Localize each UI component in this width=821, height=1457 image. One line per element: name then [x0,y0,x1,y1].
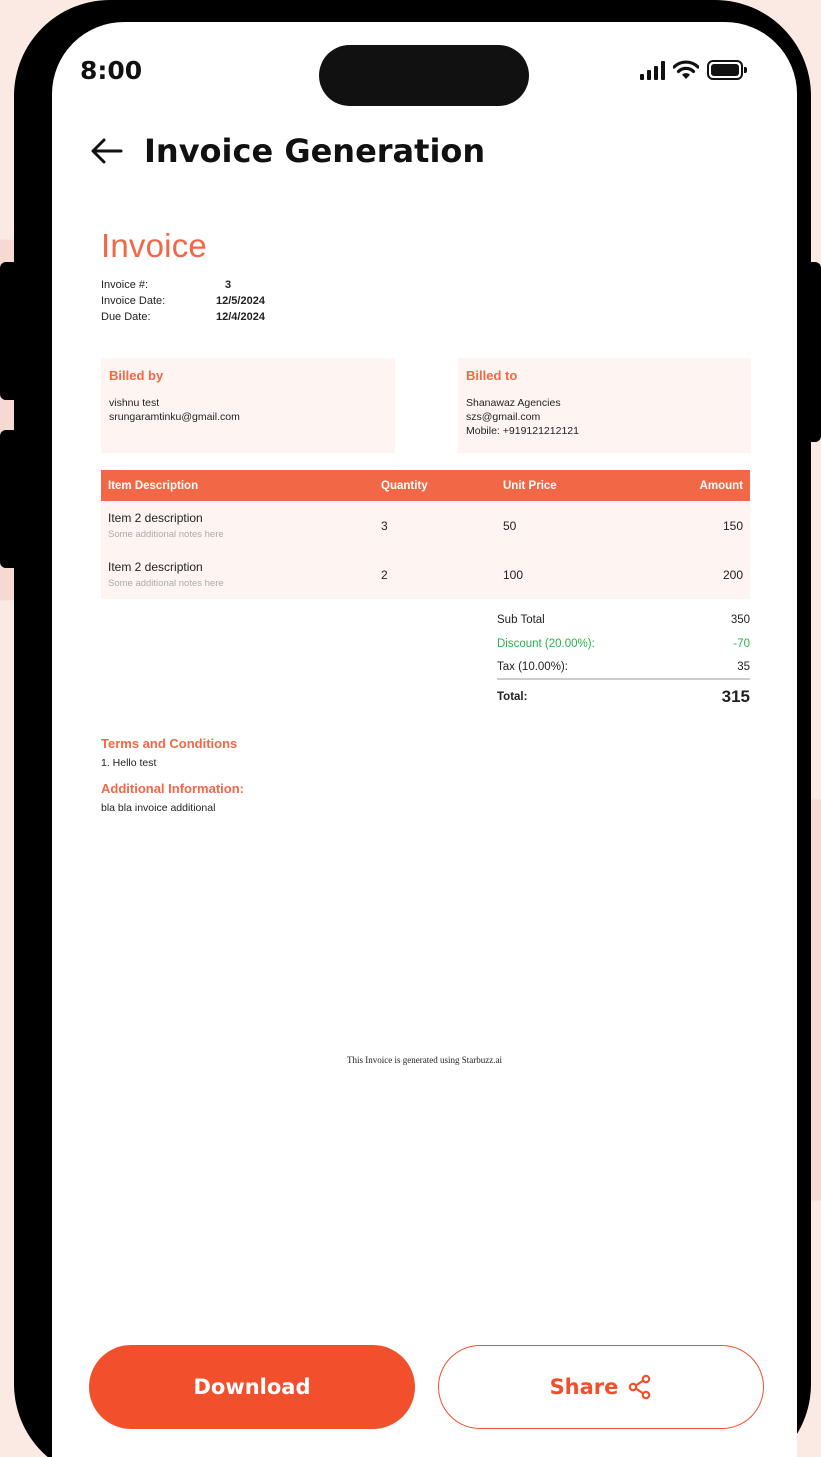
billed-to-name: Shanawaz Agencies [466,397,561,409]
item-amount: 150 [722,518,743,533]
additional-info-text: bla bla invoice additional [101,802,216,814]
billed-by-email: srungaramtinku@gmail.com [109,411,240,423]
page-title: Invoice Generation [144,132,486,170]
app-header: Invoice Generation [90,132,485,170]
tax-row: Tax (10.00%): 35 [497,656,750,680]
phone-screen: 8:00 Invoice Generation Invoice Invoice … [52,22,797,1457]
terms-text: 1. Hello test [101,757,157,769]
back-arrow-icon[interactable] [90,134,124,168]
parties-section: Billed by vishnu test srungaramtinku@gma… [101,358,751,453]
share-label: Share [549,1375,619,1399]
header-quantity: Quantity [381,479,428,492]
phone-frame: 8:00 Invoice Generation Invoice Invoice … [14,0,811,1457]
terms-heading: Terms and Conditions [101,736,238,751]
item-amount: 200 [722,567,743,582]
item-note: Some additional notes here [108,578,224,589]
share-icon [629,1374,651,1400]
additional-info-heading: Additional Information: [101,781,244,796]
billed-to-mobile: Mobile: +919121212121 [466,425,579,437]
billed-by-card: Billed by vishnu test srungaramtinku@gma… [101,358,395,453]
billed-by-heading: Billed by [109,368,164,383]
invoice-preview: Invoice Invoice #: 3 Invoice Date: 12/5/… [101,227,751,826]
due-date-row: Due Date: 12/4/2024 [101,311,265,323]
status-icons [640,58,747,82]
header-description: Item Description [108,479,199,492]
billed-to-card: Billed to Shanawaz Agencies szs@gmail.co… [458,358,751,453]
invoice-date-row: Invoice Date: 12/5/2024 [101,295,265,307]
dynamic-island [319,45,529,106]
billed-to-email: szs@gmail.com [466,411,541,423]
billed-to-heading: Billed to [466,368,518,383]
item-note: Some additional notes here [108,529,224,540]
status-time: 8:00 [80,56,143,85]
item-quantity: 2 [381,567,388,582]
invoice-meta: Invoice #: 3 Invoice Date: 12/5/2024 Due… [101,277,751,325]
item-description: Item 2 description [108,511,203,525]
item-unit-price: 100 [503,567,524,582]
item-description: Item 2 description [108,560,203,574]
share-button[interactable]: Share [438,1345,764,1429]
header-amount: Amount [699,479,743,492]
items-table: Item Description Quantity Unit Price Amo… [101,470,750,599]
header-unit-price: Unit Price [503,479,557,492]
totals-section: Sub Total 350 Discount (20.00%): -70 Tax… [497,608,750,714]
terms-section: Terms and Conditions 1. Hello test Addit… [101,736,751,814]
download-button[interactable]: Download [89,1345,415,1429]
billed-by-name: vishnu test [109,397,160,409]
table-row: Item 2 description Some additional notes… [101,550,750,599]
download-label: Download [193,1375,311,1399]
items-table-header: Item Description Quantity Unit Price Amo… [101,470,750,501]
total-row: Total: 315 [497,687,750,706]
discount-row: Discount (20.00%): -70 [497,638,750,650]
invoice-title: Invoice [101,227,207,264]
item-unit-price: 50 [503,518,517,533]
generated-by-note: This Invoice is generated using Starbuzz… [347,1055,502,1065]
item-quantity: 3 [381,518,388,533]
table-row: Item 2 description Some additional notes… [101,501,750,550]
subtotal-row: Sub Total 350 [497,614,750,626]
battery-icon [707,60,747,80]
cellular-signal-icon [640,60,665,80]
wifi-icon [673,60,699,79]
invoice-number-row: Invoice #: 3 [101,279,232,291]
